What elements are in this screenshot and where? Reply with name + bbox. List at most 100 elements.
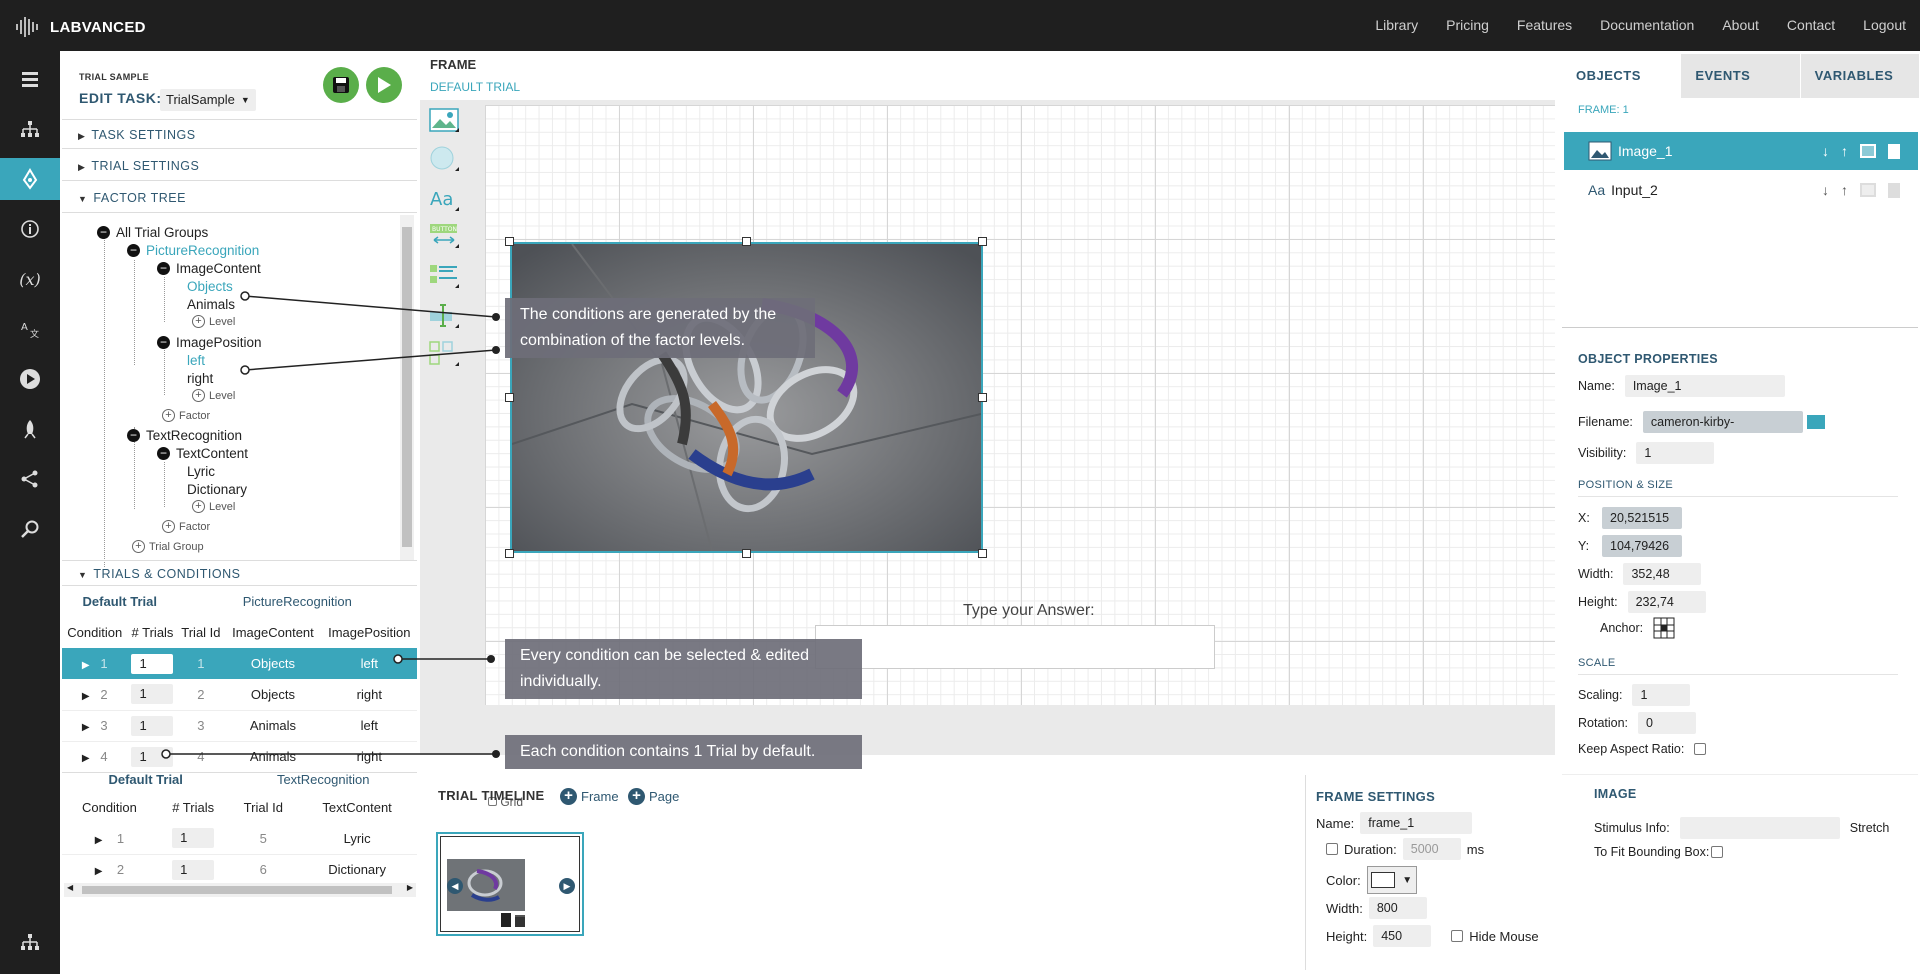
- stretch-fit-checkbox[interactable]: [1711, 846, 1724, 858]
- tree-node-factor-textcontent[interactable]: − TextContent: [157, 446, 248, 461]
- trials-conditions-section[interactable]: ▼ TRIALS & CONDITIONS: [62, 560, 417, 586]
- rail-translate-icon[interactable]: A文: [0, 308, 60, 350]
- duration-checkbox[interactable]: [1326, 843, 1338, 855]
- tree-node-all-trial-groups[interactable]: − All Trial Groups: [97, 225, 208, 240]
- trial-settings-section[interactable]: ▶ TRIAL SETTINGS: [62, 151, 417, 181]
- move-up-icon[interactable]: ↑: [1841, 143, 1848, 159]
- tree-node-level-left[interactable]: left: [187, 353, 205, 368]
- color-picker[interactable]: ▼: [1366, 866, 1417, 894]
- run-preview-button[interactable]: [366, 67, 402, 103]
- tree-node-level-dictionary[interactable]: Dictionary: [187, 482, 247, 497]
- button-tool-icon[interactable]: BUTTON: [429, 222, 461, 250]
- nav-contact[interactable]: Contact: [1787, 17, 1835, 33]
- rail-search-icon[interactable]: [0, 508, 60, 550]
- move-up-icon[interactable]: ↑: [1841, 182, 1848, 198]
- add-frame-button[interactable]: + Frame: [560, 788, 619, 805]
- table-row[interactable]: ▶ 3 1 3 Animals left: [62, 710, 417, 741]
- delete-icon[interactable]: [1888, 143, 1900, 159]
- trials-count-input[interactable]: 1: [172, 828, 215, 849]
- frame-thumbnail[interactable]: ◀ ▶: [436, 832, 584, 936]
- resize-handle[interactable]: [742, 549, 751, 558]
- delete-icon[interactable]: [1888, 182, 1900, 198]
- tab-events[interactable]: EVENTS: [1681, 54, 1801, 98]
- stimulus-info-input[interactable]: [1679, 817, 1840, 839]
- task-settings-section[interactable]: ▶ TASK SETTINGS: [62, 119, 417, 149]
- frame-name-input[interactable]: frame_1: [1360, 812, 1473, 834]
- rail-share-icon[interactable]: [0, 458, 60, 500]
- resize-handle[interactable]: [978, 549, 987, 558]
- move-right-icon[interactable]: ▶: [559, 878, 575, 894]
- expand-arrow-icon[interactable]: ▶: [95, 866, 103, 877]
- table-row[interactable]: ▶ 1 1 1 Objects left: [62, 648, 417, 679]
- image-tool-icon[interactable]: [429, 108, 461, 136]
- nav-documentation[interactable]: Documentation: [1600, 17, 1694, 33]
- input-tool-icon[interactable]: [429, 302, 461, 330]
- tree-node-level-objects[interactable]: Objects: [187, 279, 233, 294]
- rail-variables-icon[interactable]: (x): [0, 258, 60, 300]
- prop-name-input[interactable]: Image_1: [1624, 375, 1785, 397]
- rail-editor-icon[interactable]: [0, 58, 60, 100]
- trials-count-input[interactable]: 1: [131, 746, 174, 767]
- scrollbar-thumb[interactable]: [82, 886, 392, 894]
- prop-height-input[interactable]: 232,74: [1627, 591, 1706, 613]
- scrollbar-thumb[interactable]: [402, 227, 412, 547]
- rail-info-icon[interactable]: [0, 208, 60, 250]
- resize-handle[interactable]: [742, 237, 751, 246]
- tree-node-factor-imagecontent[interactable]: − ImageContent: [157, 261, 261, 276]
- tab-variables[interactable]: VARIABLES: [1800, 54, 1920, 98]
- expand-arrow-icon[interactable]: ▶: [82, 691, 90, 702]
- add-factor-button[interactable]: + Factor: [162, 409, 210, 422]
- expand-arrow-icon[interactable]: ▶: [82, 722, 90, 733]
- add-trial-group-button[interactable]: + Trial Group: [132, 540, 204, 553]
- resize-handle[interactable]: [978, 237, 987, 246]
- rail-run-icon[interactable]: [0, 358, 60, 400]
- image-object[interactable]: [510, 242, 983, 553]
- save-button[interactable]: [323, 67, 359, 103]
- move-down-icon[interactable]: ↓: [1822, 143, 1829, 159]
- delete-frame-icon[interactable]: [515, 915, 525, 927]
- duration-input[interactable]: 5000: [1402, 838, 1461, 860]
- conditions-scrollbar[interactable]: ◀ ▶: [64, 883, 416, 897]
- duplicate-icon[interactable]: [1860, 144, 1876, 158]
- text-tool-icon[interactable]: Aa: [429, 185, 461, 213]
- scroll-left-icon[interactable]: ◀: [67, 883, 73, 892]
- resize-handle[interactable]: [505, 237, 514, 246]
- nav-logout[interactable]: Logout: [1863, 17, 1906, 33]
- object-list-item-image[interactable]: Image_1 ↓ ↑: [1564, 132, 1918, 170]
- anchor-grid-icon[interactable]: [1653, 617, 1675, 639]
- tree-node-group-picture[interactable]: − PictureRecognition: [127, 243, 259, 258]
- tree-node-factor-imageposition[interactable]: − ImagePosition: [157, 335, 262, 350]
- hide-mouse-checkbox[interactable]: [1451, 930, 1464, 942]
- prop-rotation-input[interactable]: 0: [1638, 712, 1697, 734]
- add-page-button[interactable]: + Page: [628, 788, 679, 805]
- shape-tool-icon[interactable]: [429, 145, 461, 173]
- prop-filename-input[interactable]: cameron-kirby-: [1642, 411, 1803, 433]
- tree-node-level-lyric[interactable]: Lyric: [187, 464, 215, 479]
- nav-library[interactable]: Library: [1375, 17, 1418, 33]
- task-select[interactable]: TrialSample ▼: [160, 89, 256, 111]
- add-level-button[interactable]: + Level: [192, 389, 235, 402]
- prop-width-input[interactable]: 352,48: [1623, 563, 1702, 585]
- factor-tree-section[interactable]: ▼ FACTOR TREE: [62, 183, 417, 213]
- keep-aspect-checkbox[interactable]: [1694, 743, 1707, 755]
- copy-frame-icon[interactable]: [501, 913, 511, 927]
- frame-height-input[interactable]: 450: [1373, 925, 1432, 947]
- tab-objects[interactable]: OBJECTS: [1562, 54, 1682, 98]
- trials-count-input[interactable]: 1: [131, 653, 174, 674]
- move-down-icon[interactable]: ↓: [1822, 182, 1829, 198]
- object-list-item-input[interactable]: Aa Input_2 ↓ ↑: [1564, 171, 1918, 209]
- add-level-button[interactable]: + Level: [192, 500, 235, 513]
- resize-handle[interactable]: [505, 549, 514, 558]
- prop-scaling-input[interactable]: 1: [1632, 684, 1691, 706]
- add-factor-button[interactable]: + Factor: [162, 520, 210, 533]
- answer-input[interactable]: [815, 625, 1215, 669]
- tree-node-level-right[interactable]: right: [187, 371, 213, 386]
- prop-y-input[interactable]: 104,79426: [1602, 535, 1682, 557]
- expand-arrow-icon[interactable]: ▶: [82, 753, 90, 764]
- tree-node-level-animals[interactable]: Animals: [187, 297, 235, 312]
- frame-width-input[interactable]: 800: [1368, 897, 1427, 919]
- trials-count-input[interactable]: 1: [131, 715, 174, 736]
- multi-choice-tool-icon[interactable]: [429, 340, 461, 368]
- trials-count-input[interactable]: 1: [131, 684, 174, 705]
- labvanced-logo[interactable]: LABVANCED: [16, 16, 146, 38]
